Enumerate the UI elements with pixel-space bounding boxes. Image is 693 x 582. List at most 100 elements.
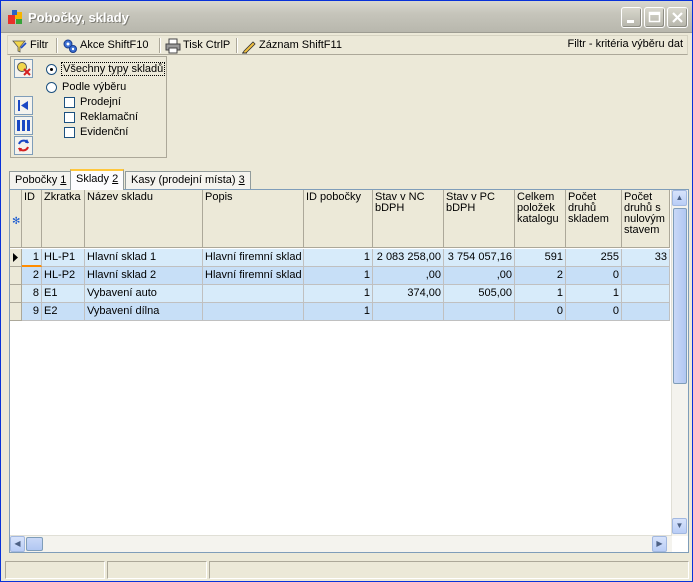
cell-stock-pc [444, 303, 515, 321]
cell-in-stock: 255 [566, 249, 622, 267]
printer-icon [165, 38, 181, 54]
sales-checkbox[interactable] [64, 97, 75, 108]
horizontal-scroll-thumb[interactable] [26, 537, 43, 551]
cell-zero-stock [622, 267, 670, 285]
pencil-icon [242, 41, 256, 54]
horizontal-scrollbar[interactable]: ◀ ▶ [10, 535, 672, 552]
table-row[interactable]: 8 E1 Vybavení auto 1 374,00 505,00 1 1 [10, 285, 670, 303]
go-first-button[interactable] [14, 96, 33, 115]
close-button[interactable] [667, 7, 688, 28]
cell-branch-id: 1 [304, 285, 373, 303]
cell-stock-pc: ,00 [444, 267, 515, 285]
title-bar[interactable]: Pobočky, sklady [1, 1, 692, 33]
header-zero-stock[interactable]: Počet druhů s nulovým stavem [622, 190, 670, 248]
close-icon [672, 12, 683, 23]
cell-branch-id: 1 [304, 267, 373, 285]
header-catalog-items[interactable]: Celkem položek katalogu [515, 190, 566, 248]
warehouses-grid[interactable]: ✻ ID Zkratka Název skladu Popis ID poboč… [9, 189, 689, 553]
actions-button[interactable]: Akce ShiftF10 [60, 37, 156, 54]
cell-code: HL-P1 [42, 249, 85, 267]
toolbar-separator [236, 38, 238, 53]
scroll-down-button[interactable]: ▼ [672, 518, 687, 534]
cell-zero-stock [622, 303, 670, 321]
columns-button[interactable] [14, 116, 33, 135]
refresh-icon [18, 139, 29, 152]
vertical-scroll-thumb[interactable] [673, 208, 687, 384]
row-indicator [10, 285, 22, 303]
cell-description: Hlavní firemní sklad 1 [203, 249, 304, 267]
cell-id: 1 [22, 249, 42, 267]
header-stock-nc[interactable]: Stav v NC bDPH [373, 190, 444, 248]
toolbar-separator [56, 38, 58, 53]
cell-code: E1 [42, 285, 85, 303]
tab-cash-registers[interactable]: Kasy (prodejní místa) 3 [125, 171, 251, 189]
settings-icon: ✻ [12, 216, 21, 227]
scroll-up-button[interactable]: ▲ [672, 190, 687, 206]
app-icon [8, 10, 22, 24]
header-code[interactable]: Zkratka [42, 190, 85, 248]
maximize-button[interactable] [644, 7, 665, 28]
tab-branches-label: Pobočky [15, 174, 58, 186]
scroll-left-button[interactable]: ◀ [10, 536, 25, 552]
header-settings[interactable]: ✻ [10, 190, 22, 248]
grid-header: ✻ ID Zkratka Název skladu Popis ID poboč… [10, 190, 670, 248]
table-row[interactable]: 1 HL-P1 Hlavní sklad 1 Hlavní firemní sk… [10, 249, 670, 267]
table-row[interactable]: 2 HL-P2 Hlavní sklad 2 Hlavní firemní sk… [10, 267, 670, 285]
row-indicator [10, 267, 22, 285]
cell-code: E2 [42, 303, 85, 321]
header-name[interactable]: Název skladu [85, 190, 203, 248]
cell-branch-id: 1 [304, 249, 373, 267]
header-branch-id[interactable]: ID pobočky [304, 190, 373, 248]
tab-warehouses-label: Sklady [76, 173, 110, 185]
tab-warehouses[interactable]: Sklady 2 [70, 169, 125, 190]
cell-id: 2 [22, 267, 42, 285]
cell-name: Hlavní sklad 1 [85, 249, 203, 267]
by-selection-label[interactable]: Podle výběru [62, 81, 126, 93]
cell-catalog-items: 0 [515, 303, 566, 321]
by-selection-radio[interactable] [46, 82, 57, 93]
actions-label: Akce ShiftF10 [80, 39, 149, 51]
cell-stock-nc [373, 303, 444, 321]
clear-filter-icon [17, 62, 31, 76]
clear-filter-button[interactable] [14, 59, 33, 78]
current-row-icon [13, 253, 18, 262]
complaints-checkbox[interactable] [64, 112, 75, 123]
columns-icon [17, 120, 30, 131]
header-id[interactable]: ID [22, 190, 42, 248]
cell-branch-id: 1 [304, 303, 373, 321]
header-in-stock[interactable]: Počet druhů skladem [566, 190, 622, 248]
cell-code: HL-P2 [42, 267, 85, 285]
filter-icon [12, 40, 27, 53]
cell-description [203, 303, 304, 321]
record-button[interactable]: Záznam ShiftF11 [239, 37, 345, 54]
cell-stock-pc: 3 754 057,16 [444, 249, 515, 267]
cell-in-stock: 0 [566, 303, 622, 321]
cell-name: Vybavení dílna [85, 303, 203, 321]
table-row[interactable]: 9 E2 Vybavení dílna 1 0 0 [10, 303, 670, 321]
records-label[interactable]: Evidenční [80, 126, 128, 138]
all-types-radio[interactable] [46, 64, 57, 75]
header-description[interactable]: Popis [203, 190, 304, 248]
records-checkbox[interactable] [64, 127, 75, 138]
vertical-scrollbar[interactable]: ▲ ▼ [671, 190, 688, 536]
row-indicator [10, 249, 22, 267]
refresh-button[interactable] [14, 136, 33, 155]
cell-catalog-items: 591 [515, 249, 566, 267]
filter-button[interactable]: Filtr [10, 37, 54, 54]
cell-description: Hlavní firemní sklad 2 [203, 267, 304, 285]
header-stock-pc[interactable]: Stav v PC bDPH [444, 190, 515, 248]
all-types-label[interactable]: Všechny typy skladů [61, 62, 166, 76]
cell-in-stock: 0 [566, 267, 622, 285]
maximize-icon [648, 11, 661, 23]
scroll-right-button[interactable]: ▶ [652, 536, 667, 552]
tab-branches[interactable]: Pobočky 1 [9, 171, 73, 189]
status-panel [209, 561, 689, 579]
sales-label[interactable]: Prodejní [80, 96, 121, 108]
status-bar [5, 561, 689, 579]
cell-in-stock: 1 [566, 285, 622, 303]
complaints-label[interactable]: Reklamační [80, 111, 138, 123]
print-button[interactable]: Tisk CtrlP [163, 37, 233, 54]
minimize-button[interactable] [621, 7, 642, 28]
cell-catalog-items: 2 [515, 267, 566, 285]
status-panel [107, 561, 207, 579]
